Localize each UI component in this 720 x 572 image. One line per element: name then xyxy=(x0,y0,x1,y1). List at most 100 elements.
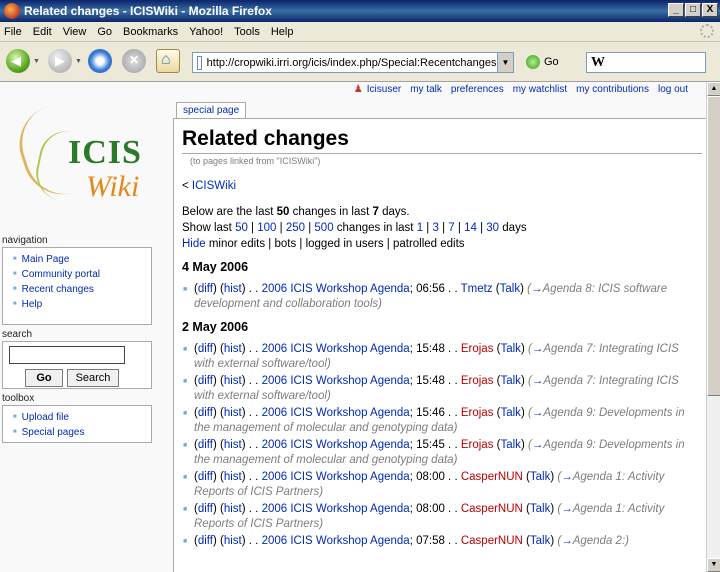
diff-link[interactable]: diff xyxy=(198,535,213,547)
page-link[interactable]: 2006 ICIS Workshop Agenda xyxy=(262,471,410,483)
section-arrow-link[interactable]: → xyxy=(561,503,573,515)
hist-link[interactable]: hist xyxy=(224,375,242,387)
toolbox-special-pages[interactable]: Special pages xyxy=(13,425,147,440)
hist-link[interactable]: hist xyxy=(224,439,242,451)
ptool-watchlist[interactable]: my watchlist xyxy=(513,84,567,95)
vertical-scrollbar[interactable]: ▲ ▼ xyxy=(706,82,720,572)
url-bar[interactable]: http://cropwiki.irri.org/icis/index.php/… xyxy=(192,52,514,73)
icis-wiki-logo[interactable]: ICIS Wiki xyxy=(9,102,162,212)
days-link-14[interactable]: 14 xyxy=(464,222,477,234)
section-arrow-link[interactable]: → xyxy=(561,535,573,547)
menu-yahoo[interactable]: Yahoo! xyxy=(189,26,223,38)
user-talk-link[interactable]: Talk xyxy=(530,471,550,483)
scroll-up-icon[interactable]: ▲ xyxy=(707,82,720,96)
diff-link[interactable]: diff xyxy=(198,503,213,515)
user-link[interactable]: CasperNUN xyxy=(461,471,523,483)
hist-link[interactable]: hist xyxy=(224,535,242,547)
hist-link[interactable]: hist xyxy=(224,471,242,483)
url-dropdown-icon[interactable]: ▼ xyxy=(497,53,513,72)
user-talk-link[interactable]: Talk xyxy=(500,283,520,295)
page-link[interactable]: 2006 ICIS Workshop Agenda xyxy=(262,503,410,515)
page-link[interactable]: 2006 ICIS Workshop Agenda xyxy=(262,407,410,419)
toolbox-upload-file[interactable]: Upload file xyxy=(13,410,147,425)
menu-bookmarks[interactable]: Bookmarks xyxy=(123,26,178,38)
minimize-button[interactable]: _ xyxy=(668,3,684,17)
reload-icon[interactable] xyxy=(88,49,112,73)
section-arrow-link[interactable]: → xyxy=(532,407,544,419)
sidebar-item-help[interactable]: Help xyxy=(13,297,147,312)
user-talk-link[interactable]: Talk xyxy=(530,535,550,547)
limit-link-500[interactable]: 500 xyxy=(314,222,333,234)
search-engine-box[interactable]: W xyxy=(586,52,706,73)
maximize-button[interactable]: □ xyxy=(685,3,701,17)
days-link-30[interactable]: 30 xyxy=(486,222,499,234)
user-link[interactable]: Erojas xyxy=(461,375,494,387)
days-link-3[interactable]: 3 xyxy=(433,222,439,234)
section-arrow-link[interactable]: → xyxy=(561,471,573,483)
limit-link-50[interactable]: 50 xyxy=(235,222,248,234)
scroll-down-icon[interactable]: ▼ xyxy=(707,558,720,572)
user-link[interactable]: Erojas xyxy=(461,343,494,355)
hist-link[interactable]: hist xyxy=(224,343,242,355)
section-arrow-link[interactable]: → xyxy=(531,283,543,295)
user-link[interactable]: Tmetz xyxy=(461,283,493,295)
forward-dropdown-icon[interactable]: ▼ xyxy=(75,58,82,65)
search-button[interactable]: Search xyxy=(67,369,119,387)
search-input[interactable] xyxy=(9,346,125,364)
page-link[interactable]: 2006 ICIS Workshop Agenda xyxy=(262,535,410,547)
go-button[interactable]: Go xyxy=(526,55,559,69)
ptool-preferences[interactable]: preferences xyxy=(451,84,504,95)
back-arrow-icon[interactable] xyxy=(6,49,30,73)
tab-special-page[interactable]: special page xyxy=(176,102,247,119)
limit-link-100[interactable]: 100 xyxy=(257,222,276,234)
menu-go[interactable]: Go xyxy=(97,26,112,38)
user-link[interactable]: Erojas xyxy=(461,439,494,451)
user-talk-link[interactable]: Talk xyxy=(530,503,550,515)
home-icon[interactable] xyxy=(156,49,180,73)
forward-arrow-icon[interactable] xyxy=(48,49,72,73)
backlink-iciswiki[interactable]: ICISWiki xyxy=(192,180,236,192)
section-arrow-link[interactable]: → xyxy=(532,343,544,355)
page-link[interactable]: 2006 ICIS Workshop Agenda xyxy=(262,283,410,295)
back-dropdown-icon[interactable]: ▼ xyxy=(33,58,40,65)
menu-view[interactable]: View xyxy=(63,26,87,38)
page-link[interactable]: 2006 ICIS Workshop Agenda xyxy=(262,343,410,355)
diff-link[interactable]: diff xyxy=(198,375,213,387)
stop-icon[interactable] xyxy=(122,49,146,73)
menu-edit[interactable]: Edit xyxy=(33,26,52,38)
ptool-user[interactable]: Icisuser xyxy=(367,84,401,95)
days-link-1[interactable]: 1 xyxy=(417,222,423,234)
user-talk-link[interactable]: Talk xyxy=(500,407,520,419)
section-arrow-link[interactable]: → xyxy=(532,439,544,451)
user-link[interactable]: Erojas xyxy=(461,407,494,419)
user-talk-link[interactable]: Talk xyxy=(500,439,520,451)
ptool-contributions[interactable]: my contributions xyxy=(576,84,649,95)
menu-file[interactable]: File xyxy=(4,26,22,38)
user-link[interactable]: CasperNUN xyxy=(461,535,523,547)
sidebar-item-recent-changes[interactable]: Recent changes xyxy=(13,282,147,297)
user-talk-link[interactable]: Talk xyxy=(500,343,520,355)
scrollbar-thumb[interactable] xyxy=(707,96,720,396)
user-link[interactable]: CasperNUN xyxy=(461,503,523,515)
ptool-talk[interactable]: my talk xyxy=(410,84,442,95)
hide-link[interactable]: Hide xyxy=(182,238,206,250)
page-link[interactable]: 2006 ICIS Workshop Agenda xyxy=(262,439,410,451)
diff-link[interactable]: diff xyxy=(198,283,213,295)
limit-link-250[interactable]: 250 xyxy=(286,222,305,234)
days-link-7[interactable]: 7 xyxy=(448,222,454,234)
hist-link[interactable]: hist xyxy=(224,503,242,515)
diff-link[interactable]: diff xyxy=(198,471,213,483)
menu-help[interactable]: Help xyxy=(271,26,294,38)
hist-link[interactable]: hist xyxy=(224,283,242,295)
menu-tools[interactable]: Tools xyxy=(234,26,260,38)
diff-link[interactable]: diff xyxy=(198,439,213,451)
sidebar-item-community-portal[interactable]: Community portal xyxy=(13,267,147,282)
section-arrow-link[interactable]: → xyxy=(532,375,544,387)
page-link[interactable]: 2006 ICIS Workshop Agenda xyxy=(262,375,410,387)
ptool-logout[interactable]: log out xyxy=(658,84,688,95)
user-talk-link[interactable]: Talk xyxy=(500,375,520,387)
hist-link[interactable]: hist xyxy=(224,407,242,419)
diff-link[interactable]: diff xyxy=(198,407,213,419)
sidebar-item-main-page[interactable]: Main Page xyxy=(13,252,147,267)
diff-link[interactable]: diff xyxy=(198,343,213,355)
